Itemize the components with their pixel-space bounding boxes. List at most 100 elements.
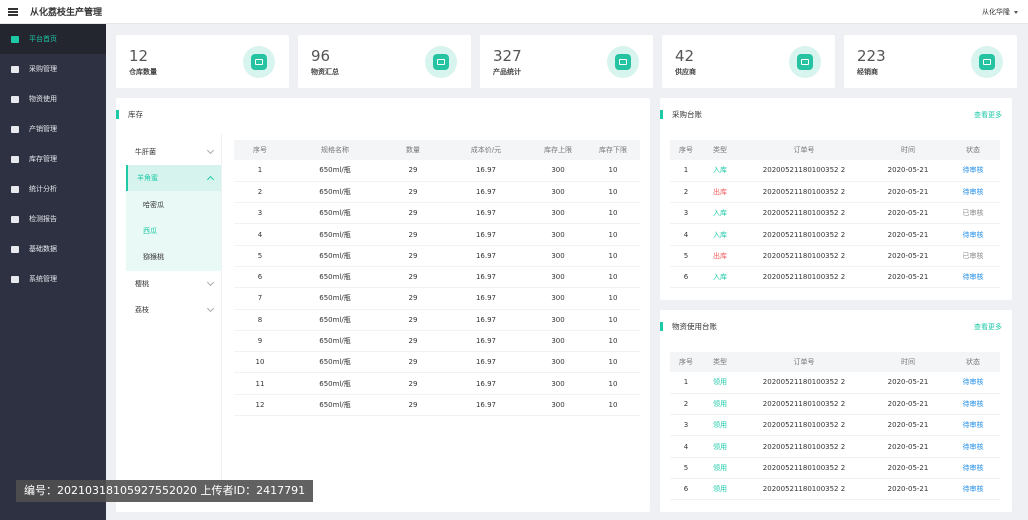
grid-icon: [10, 275, 19, 284]
sidebar-item[interactable]: 物资使用: [0, 84, 106, 114]
table-cell: 29: [384, 266, 442, 289]
table-row[interactable]: 2 出库 20200521180100352 2 2020-05-21 待审核: [670, 181, 1000, 204]
view-more-link[interactable]: 查看更多: [974, 322, 1002, 332]
table-row[interactable]: 3 领用 20200521180100352 2 2020-05-21 待审核: [670, 414, 1000, 437]
table-row[interactable]: 1 入库 20200521180100352 2 2020-05-21 待审核: [670, 160, 1000, 182]
table-cell: 领用: [702, 435, 738, 458]
category-item-open[interactable]: 羊角蜜: [126, 165, 221, 191]
products-icon: [607, 46, 639, 78]
view-more-link[interactable]: 查看更多: [974, 110, 1002, 120]
table-row[interactable]: 3 650ml/瓶 29 16.97 300 10: [234, 202, 640, 225]
menu-toggle-icon[interactable]: [8, 7, 18, 16]
table-cell: 29: [384, 394, 442, 417]
category-item[interactable]: 樱桃: [126, 271, 221, 297]
table-row[interactable]: 7 650ml/瓶 29 16.97 300 10: [234, 287, 640, 310]
top-bar: 从化荔枝生产管理 从化华隆: [0, 0, 1028, 24]
table-cell: 650ml/瓶: [286, 202, 384, 225]
table-cell: 6: [234, 266, 286, 289]
sidebar-item[interactable]: 产销管理: [0, 114, 106, 144]
table-cell: 20200521180100352 2: [738, 478, 870, 501]
purchase-panel: 采购台账 查看更多 序号 类型 订单号 时间 状态 1 入库 202005211801003…: [660, 98, 1012, 300]
table-row[interactable]: 4 650ml/瓶 29 16.97 300 10: [234, 223, 640, 246]
table-cell: 4: [234, 223, 286, 246]
table-cell: 300: [530, 351, 586, 374]
chevron-down-icon: [206, 146, 215, 155]
table-row[interactable]: 1 650ml/瓶 29 16.97 300 10: [234, 160, 640, 182]
table-row[interactable]: 11 650ml/瓶 29 16.97 300 10: [234, 372, 640, 395]
sidebar-item[interactable]: 采购管理: [0, 54, 106, 84]
stat-card[interactable]: 42 供应商: [662, 35, 835, 88]
table-cell: 2: [670, 181, 702, 204]
table-cell: 2020-05-21: [870, 414, 946, 437]
table-cell: 入库: [702, 202, 738, 225]
table-cell: 29: [384, 287, 442, 310]
table-row[interactable]: 12 650ml/瓶 29 16.97 300 10: [234, 394, 640, 417]
table-row[interactable]: 1 领用 20200521180100352 2 2020-05-21 待审核: [670, 372, 1000, 394]
subcategory-item-selected[interactable]: 西瓜: [126, 218, 221, 244]
table-cell: 300: [530, 223, 586, 246]
sidebar-item-label: 系统管理: [29, 275, 57, 283]
table-row[interactable]: 2 领用 20200521180100352 2 2020-05-21 待审核: [670, 393, 1000, 416]
table-cell: 2020-05-21: [870, 202, 946, 225]
category-item[interactable]: 荔枝: [126, 297, 221, 323]
table-cell: 2020-05-21: [870, 181, 946, 204]
table-row[interactable]: 2 650ml/瓶 29 16.97 300 10: [234, 181, 640, 204]
database-icon: [10, 245, 19, 254]
table-row[interactable]: 10 650ml/瓶 29 16.97 300 10: [234, 351, 640, 374]
app-title: 从化荔枝生产管理: [30, 8, 103, 18]
table-row[interactable]: 5 650ml/瓶 29 16.97 300 10: [234, 245, 640, 267]
sidebar-item[interactable]: 库存管理: [0, 144, 106, 174]
table-row[interactable]: 4 入库 20200521180100352 2 2020-05-21 待审核: [670, 223, 1000, 246]
table-row[interactable]: 3 入库 20200521180100352 2 2020-05-21 已审核: [670, 202, 1000, 225]
subcategory-item[interactable]: 哈密瓜: [126, 192, 221, 218]
table-cell: 领用: [702, 393, 738, 416]
table-cell: 出库: [702, 245, 738, 267]
stat-label: 产品统计: [493, 68, 521, 76]
table-cell: 650ml/瓶: [286, 160, 384, 182]
column-header: 状态: [946, 140, 1000, 160]
table-row[interactable]: 5 领用 20200521180100352 2 2020-05-21 待审核: [670, 457, 1000, 479]
stat-card[interactable]: 223 经销商: [844, 35, 1017, 88]
table-cell: 1: [234, 160, 286, 182]
subcategory-item[interactable]: 猕猴桃: [126, 244, 221, 270]
sidebar-item[interactable]: 基础数据: [0, 234, 106, 264]
sidebar-item[interactable]: 系统管理: [0, 264, 106, 294]
column-header: 序号: [234, 140, 286, 160]
table-cell: 650ml/瓶: [286, 223, 384, 246]
table-cell: 待审核: [946, 414, 1000, 437]
chevron-up-icon: [206, 175, 215, 183]
sidebar-item[interactable]: 检测报告: [0, 204, 106, 234]
table-row[interactable]: 6 入库 20200521180100352 2 2020-05-21 待审核: [670, 266, 1000, 289]
table-cell: 16.97: [442, 330, 530, 353]
stat-card[interactable]: 327 产品统计: [480, 35, 653, 88]
table-cell: 300: [530, 202, 586, 225]
chevron-down-icon: [206, 278, 215, 287]
table-cell: 10: [586, 266, 640, 289]
home-icon: [10, 35, 19, 44]
purchase-title: 采购台账: [660, 110, 702, 119]
sidebar-item[interactable]: 统计分析: [0, 174, 106, 204]
user-menu[interactable]: 从化华隆: [982, 7, 1018, 17]
table-row[interactable]: 8 650ml/瓶 29 16.97 300 10: [234, 309, 640, 331]
sidebar-item-label: 采购管理: [29, 65, 57, 73]
table-row[interactable]: 5 出库 20200521180100352 2 2020-05-21 已审核: [670, 245, 1000, 267]
table-cell: 4: [670, 435, 702, 458]
stat-card[interactable]: 12 仓库数量: [116, 35, 289, 88]
stat-card[interactable]: 96 物资汇总: [298, 35, 471, 88]
table-cell: 16.97: [442, 160, 530, 182]
table-cell: 650ml/瓶: [286, 287, 384, 310]
sidebar-item[interactable]: 平台首页: [0, 24, 106, 54]
table-cell: 2020-05-21: [870, 435, 946, 458]
table-row[interactable]: 9 650ml/瓶 29 16.97 300 10: [234, 330, 640, 353]
table-cell: 650ml/瓶: [286, 394, 384, 417]
category-item[interactable]: 牛肝菌: [126, 139, 221, 165]
table-cell: 待审核: [946, 372, 1000, 394]
table-row[interactable]: 6 650ml/瓶 29 16.97 300 10: [234, 266, 640, 289]
table-cell: 8: [234, 309, 286, 331]
table-row[interactable]: 6 领用 20200521180100352 2 2020-05-21 待审核: [670, 478, 1000, 501]
table-cell: 300: [530, 330, 586, 353]
column-header: 类型: [702, 140, 738, 160]
stat-label: 仓库数量: [129, 68, 157, 76]
table-row[interactable]: 4 领用 20200521180100352 2 2020-05-21 待审核: [670, 435, 1000, 458]
table-cell: 11: [234, 372, 286, 395]
